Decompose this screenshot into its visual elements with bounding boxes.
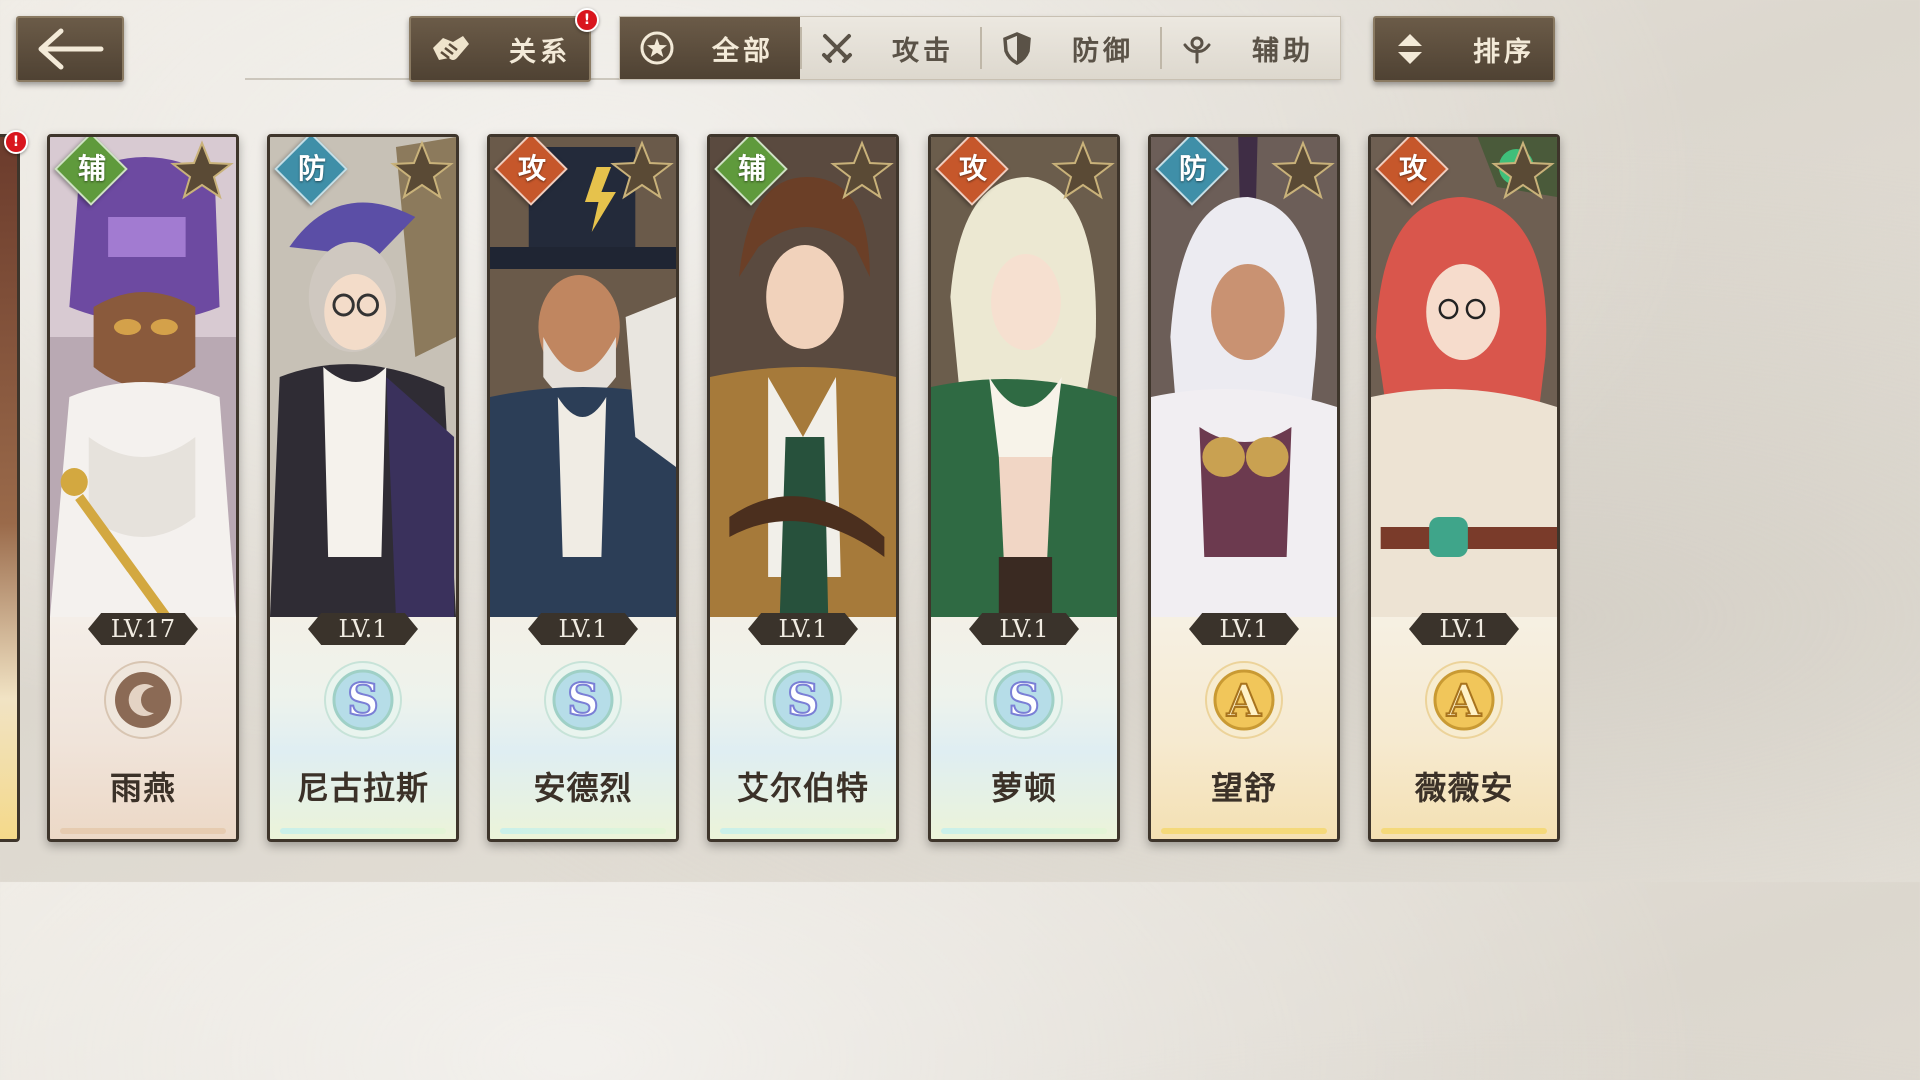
- role-filter-tabs: 全部 攻击 防御 辅助: [619, 16, 1341, 80]
- crossed-swords-icon: [822, 34, 852, 63]
- tab-all-label: 全部: [712, 35, 774, 67]
- type-label: 防: [1178, 152, 1207, 185]
- svg-text:S: S: [1008, 675, 1040, 726]
- rank-s-icon: S: [985, 661, 1063, 739]
- card-progress-bar: [280, 828, 446, 834]
- character-portrait: [50, 137, 236, 617]
- type-label: 辅: [737, 152, 766, 185]
- tab-attack[interactable]: 攻击: [800, 17, 980, 79]
- character-card[interactable]: 攻 LV.1 S 萝顿: [928, 134, 1120, 842]
- type-label: 辅: [77, 152, 106, 185]
- svg-text:A: A: [1226, 676, 1262, 727]
- character-card[interactable]: 攻 LV.1 A 薇薇安: [1368, 134, 1560, 842]
- type-label: 攻: [958, 152, 987, 185]
- edge-card-notification-badge: !: [4, 130, 28, 154]
- tab-defense-label: 防御: [1072, 35, 1134, 67]
- level-label: LV.1: [748, 613, 858, 645]
- favorite-star-icon[interactable]: [828, 137, 896, 201]
- type-label: 防: [297, 152, 326, 185]
- support-icon: [1183, 36, 1211, 64]
- card-progress-bar: [1161, 828, 1327, 834]
- sort-button[interactable]: 排序: [1373, 16, 1555, 82]
- star-circle-icon: [640, 31, 674, 65]
- character-portrait: [1151, 137, 1337, 617]
- level-label: LV.1: [969, 613, 1079, 645]
- svg-text:S: S: [787, 675, 819, 726]
- type-label: 攻: [517, 152, 546, 185]
- character-card[interactable]: 防 LV.1 A 望舒: [1148, 134, 1340, 842]
- favorite-star-icon[interactable]: [1489, 137, 1557, 201]
- character-card[interactable]: 辅 LV.17 雨燕: [47, 134, 239, 842]
- card-progress-bar: [941, 828, 1107, 834]
- svg-text:S: S: [347, 675, 379, 726]
- card-progress-bar: [1381, 828, 1547, 834]
- character-name: 薇薇安: [1414, 769, 1514, 807]
- character-name: 雨燕: [109, 769, 176, 807]
- rank-a-icon: A: [1205, 661, 1283, 739]
- sort-icon: [1398, 34, 1422, 64]
- sort-label: 排序: [1473, 36, 1535, 68]
- rank-s-icon: S: [324, 661, 402, 739]
- tab-all[interactable]: 全部: [620, 17, 800, 79]
- character-name: 望舒: [1210, 769, 1277, 807]
- character-name: 尼古拉斯: [296, 769, 429, 807]
- relations-label: 关系: [509, 36, 571, 68]
- rank-s-icon: S: [764, 661, 842, 739]
- level-label: LV.1: [1409, 613, 1519, 645]
- favorite-star-icon[interactable]: [1269, 137, 1337, 201]
- relations-button[interactable]: 关系: [409, 16, 591, 82]
- character-card[interactable]: 攻 LV.1 S 安德烈: [487, 134, 679, 842]
- character-portrait: [490, 137, 676, 617]
- type-label: 攻: [1398, 152, 1427, 185]
- arrow-left-icon: [38, 28, 104, 70]
- tab-attack-label: 攻击: [892, 35, 954, 67]
- level-label: LV.1: [528, 613, 638, 645]
- favorite-star-icon[interactable]: [388, 137, 456, 201]
- level-label: LV.1: [1189, 613, 1299, 645]
- favorite-star-icon[interactable]: [1049, 137, 1117, 201]
- character-card[interactable]: 防 LV.1 S 尼古拉斯: [267, 134, 459, 842]
- character-portrait: [710, 137, 896, 617]
- handshake-icon: [433, 36, 469, 60]
- back-button[interactable]: [16, 16, 124, 82]
- tab-support-label: 辅助: [1252, 35, 1314, 67]
- character-portrait: [1371, 137, 1557, 617]
- character-portrait: [270, 137, 456, 617]
- rank-a-icon: A: [1425, 661, 1503, 739]
- favorite-star-icon[interactable]: [168, 137, 236, 201]
- tab-defense[interactable]: 防御: [980, 17, 1160, 79]
- card-progress-bar: [720, 828, 886, 834]
- level-label: LV.17: [88, 613, 198, 645]
- partial-character-card[interactable]: [0, 134, 20, 842]
- card-progress-bar: [500, 828, 666, 834]
- favorite-star-icon[interactable]: [608, 137, 676, 201]
- character-name: 艾尔伯特: [736, 769, 869, 807]
- relations-notification-badge: !: [575, 8, 599, 32]
- rank-s-icon: S: [544, 661, 622, 739]
- character-name: 萝顿: [990, 769, 1057, 807]
- character-card[interactable]: 辅 LV.1 S 艾尔伯特: [707, 134, 899, 842]
- svg-text:A: A: [1446, 676, 1482, 727]
- character-portrait: [931, 137, 1117, 617]
- tab-support[interactable]: 辅助: [1160, 17, 1340, 79]
- svg-text:S: S: [567, 675, 599, 726]
- card-progress-bar: [60, 828, 226, 834]
- shield-icon: [1003, 32, 1031, 65]
- locked-rank-icon: [104, 661, 182, 739]
- level-label: LV.1: [308, 613, 418, 645]
- character-name: 安德烈: [533, 769, 633, 807]
